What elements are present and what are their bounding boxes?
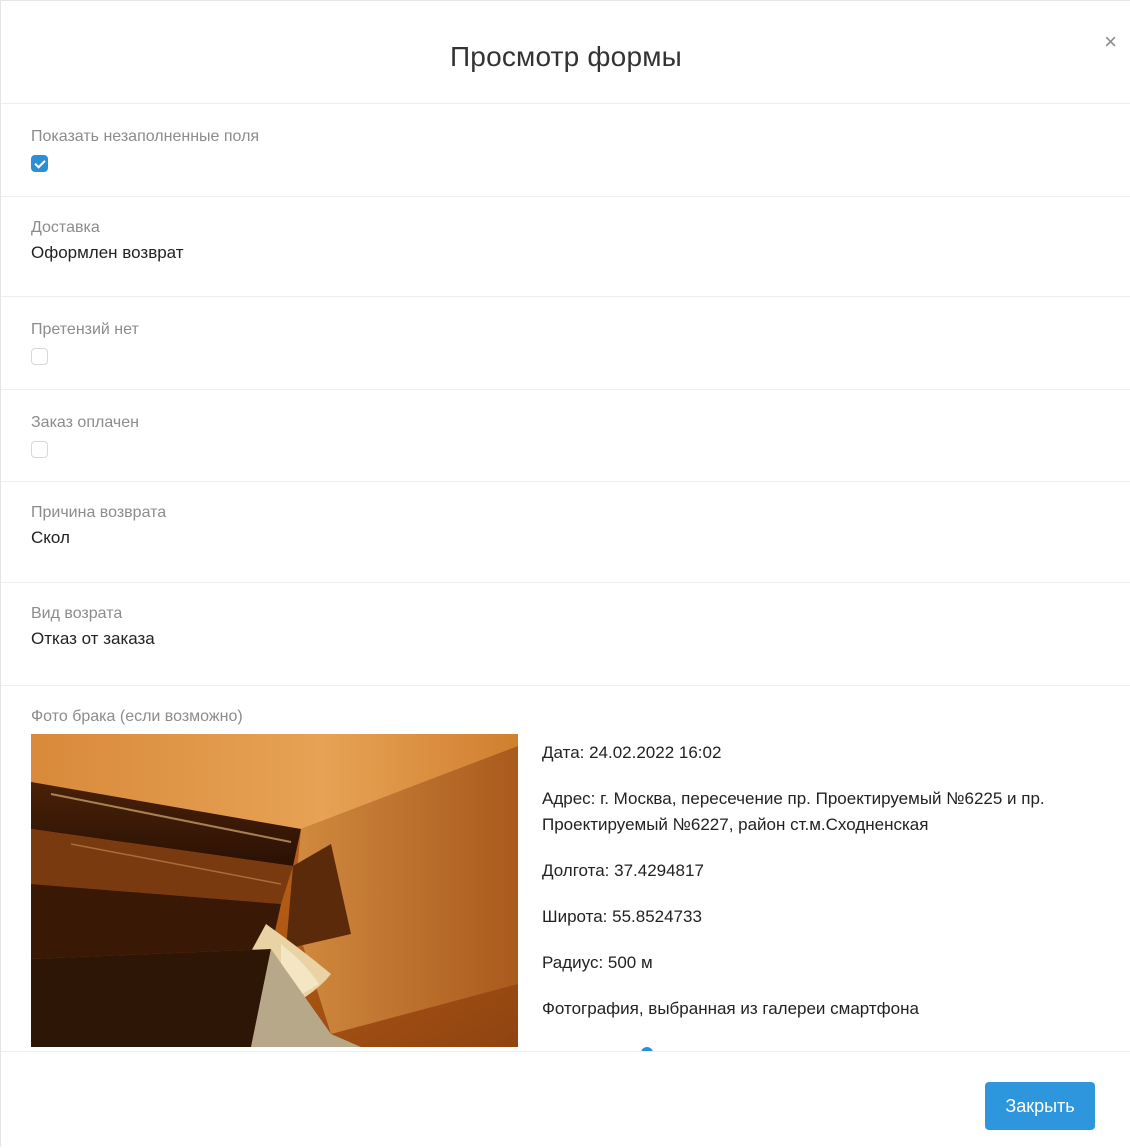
modal-header: Просмотр формы ×: [1, 1, 1130, 104]
field-show-empty: Показать незаполненные поля: [1, 104, 1130, 197]
field-label: Вид возрата: [31, 605, 123, 622]
photo-metadata: Дата: 24.02.2022 16:02 Адрес: г. Москва,…: [542, 734, 1102, 1047]
photo-latitude: Широта: 55.8524733: [542, 907, 702, 926]
form-view-modal: Просмотр формы × Показать незаполненные …: [0, 0, 1130, 1148]
field-label: Доставка: [31, 219, 100, 236]
photo-longitude: Долгота: 37.4294817: [542, 861, 704, 880]
show-empty-checkbox[interactable]: [31, 155, 48, 172]
order-paid-checkbox[interactable]: [31, 441, 48, 458]
field-return-reason: Причина возврата Скол: [1, 482, 1130, 583]
field-label: Претензий нет: [31, 321, 139, 338]
defect-photo-image[interactable]: [31, 734, 518, 1047]
field-delivery: Доставка Оформлен возврат: [1, 197, 1130, 297]
field-value: Отказ от заказа: [31, 629, 155, 648]
photo-date: Дата: 24.02.2022 16:02: [542, 743, 722, 762]
field-label: Фото брака (если возможно): [31, 708, 243, 725]
close-button[interactable]: Закрыть: [985, 1082, 1095, 1130]
field-defect-photo: Фото брака (если возможно) Дата: 24.02.2…: [1, 686, 1130, 1047]
field-no-claims: Претензий нет: [1, 297, 1130, 390]
field-label: Заказ оплачен: [31, 414, 139, 431]
photo-radius: Радиус: 500 м: [542, 953, 653, 972]
field-value: Скол: [31, 528, 70, 547]
field-order-paid: Заказ оплачен: [1, 390, 1130, 482]
modal-footer: Закрыть: [1, 1051, 1130, 1148]
field-label: Причина возврата: [31, 504, 167, 521]
close-icon[interactable]: ×: [1104, 31, 1117, 53]
photo-block: Дата: 24.02.2022 16:02 Адрес: г. Москва,…: [31, 734, 1130, 1047]
photo-source: Фотография, выбранная из галереи смартфо…: [542, 999, 919, 1018]
field-label: Показать незаполненные поля: [31, 128, 260, 145]
modal-body: Показать незаполненные поля Доставка Офо…: [1, 104, 1130, 1051]
field-return-type: Вид возрата Отказ от заказа: [1, 583, 1130, 686]
field-value: Оформлен возврат: [31, 243, 184, 262]
photo-address: Адрес: г. Москва, пересечение пр. Проект…: [542, 789, 1045, 834]
modal-title: Просмотр формы: [449, 41, 682, 72]
no-claims-checkbox[interactable]: [31, 348, 48, 365]
